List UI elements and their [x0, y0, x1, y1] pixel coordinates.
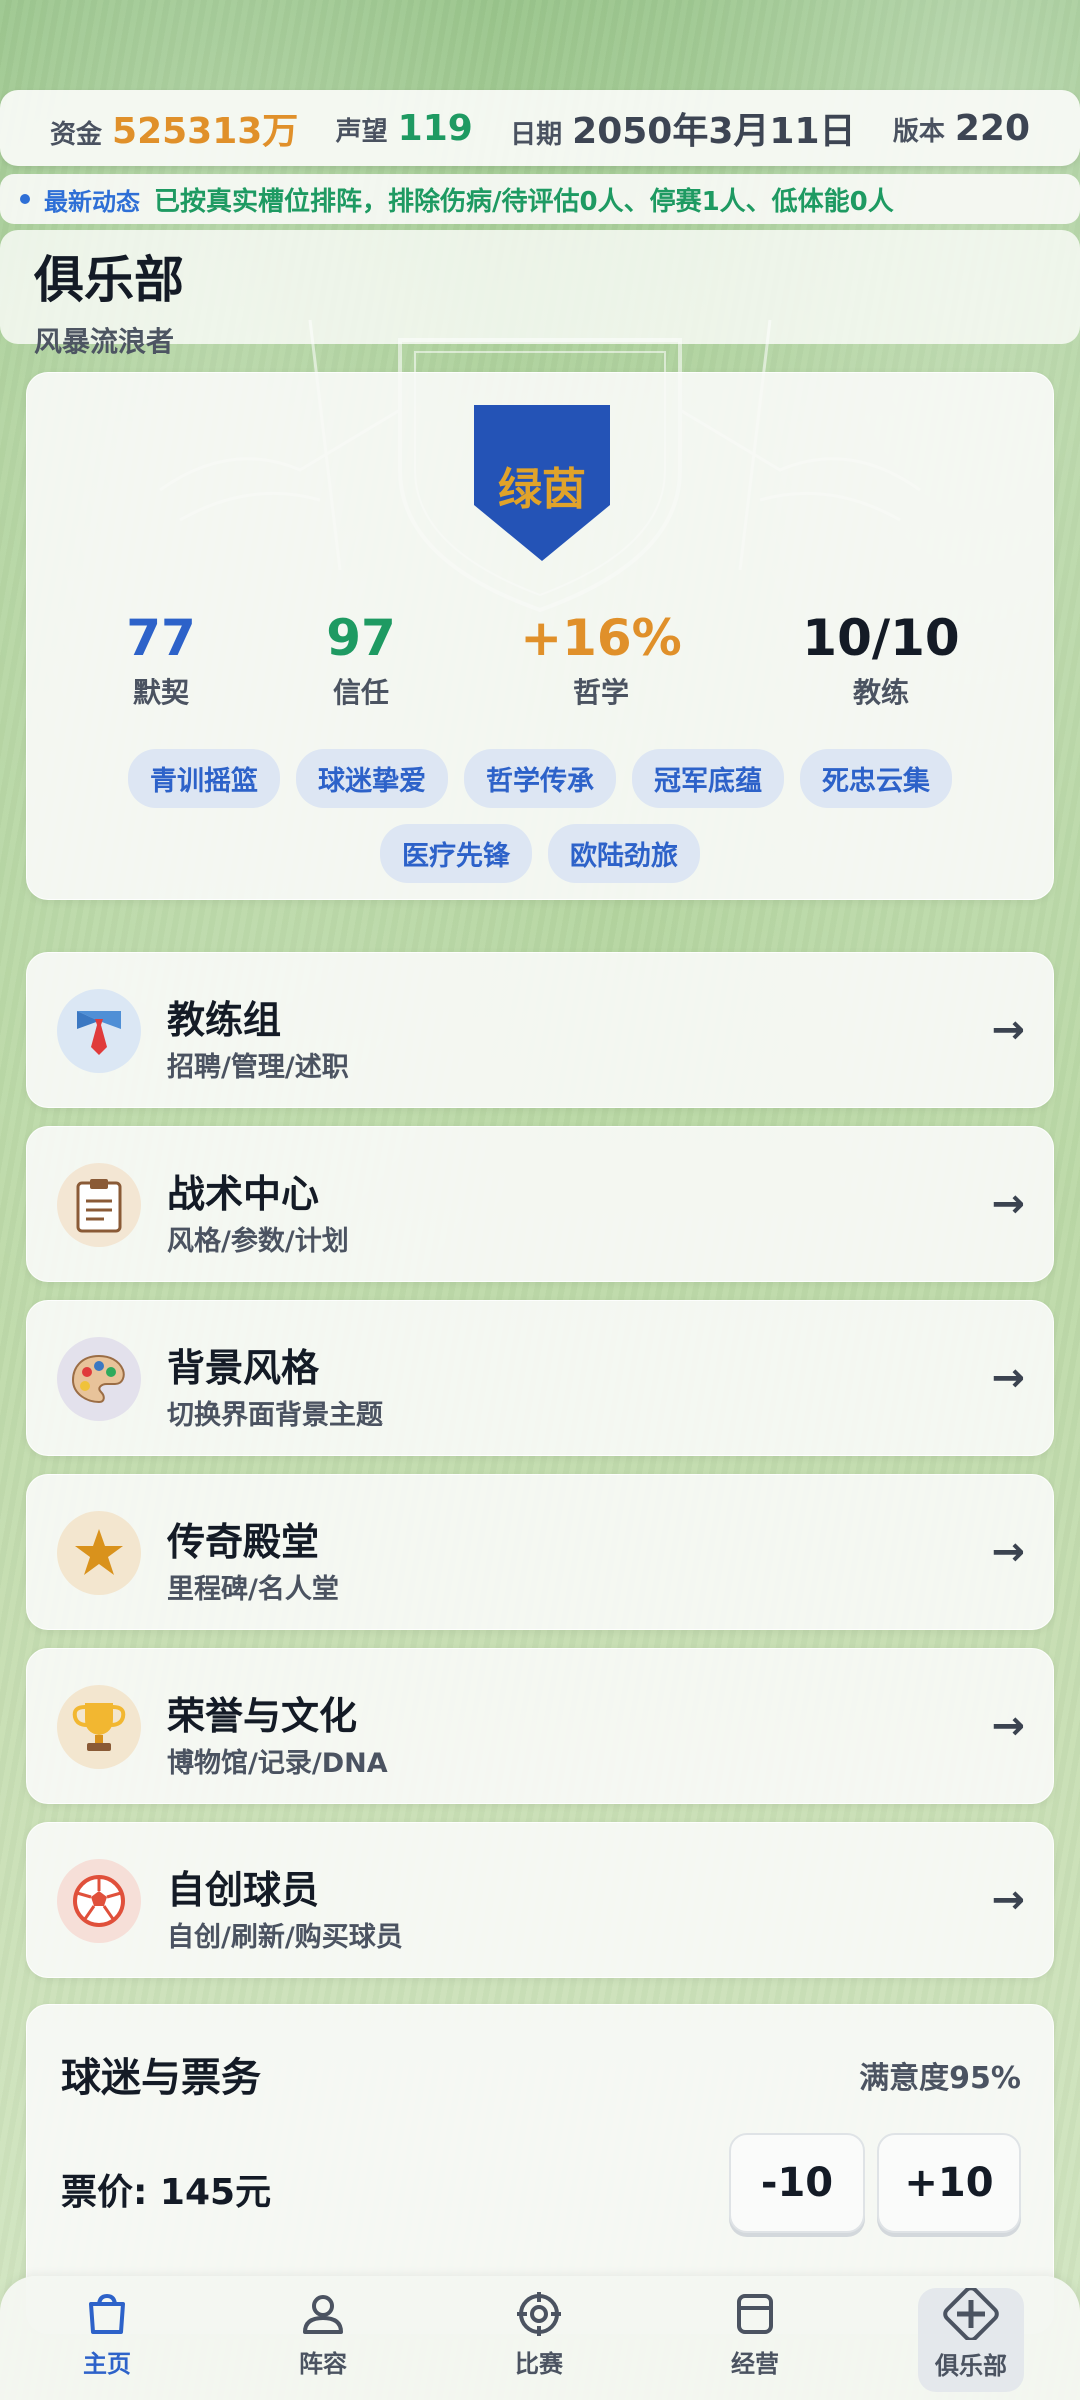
ticket-price: 票价: 145元 [61, 2172, 272, 2213]
metric-value: 10/10 [802, 609, 960, 667]
version-stat: 版本 220 [893, 108, 1030, 149]
reputation-label: 声望 [335, 116, 388, 147]
tab-home[interactable]: 主页 [52, 2290, 162, 2390]
news-ticker[interactable]: 最新动态 已按真实槽位排阵，排除伤病/待评估0人、停赛1人、低体能0人 [0, 174, 1080, 224]
metric-coaches: 10/10 教练 [781, 609, 981, 711]
menu-title: 背景风格 [167, 1346, 320, 1390]
metric-trust: 97 信任 [261, 609, 461, 711]
menu-subtitle: 自创/刷新/购买球员 [167, 1922, 403, 1953]
tab-label: 阵容 [299, 2350, 347, 2378]
metric-value: +16% [520, 609, 682, 667]
metric-philosophy: +16% 哲学 [501, 609, 701, 711]
trait-tag: 冠军底蕴 [632, 749, 784, 808]
club-header: 俱乐部 风暴流浪者 [0, 230, 1080, 358]
bottom-tab-bar: 主页 阵容 比赛 经营 俱乐部 [0, 2276, 1080, 2400]
menu-subtitle: 博物馆/记录/DNA [167, 1748, 388, 1779]
trait-tag: 死忠云集 [800, 749, 952, 808]
menu-coaching-staff[interactable]: 教练组 招聘/管理/述职 → [26, 952, 1054, 1108]
club-overview-card: 绿茵 77 默契 97 信任 +16% 哲学 10/10 教练 青训摇篮 球迷挚… [26, 372, 1054, 900]
tab-match[interactable]: 比赛 [484, 2290, 594, 2390]
menu-legend-hall[interactable]: 传奇殿堂 里程碑/名人堂 → [26, 1474, 1054, 1630]
tickets-title: 球迷与票务 [61, 2055, 261, 2101]
metric-label: 哲学 [572, 676, 629, 709]
club-traits: 青训摇篮 球迷挚爱 哲学传承 冠军底蕴 死忠云集 医疗先锋 欧陆劲旅 [27, 749, 1053, 899]
tab-club[interactable]: 俱乐部 [918, 2288, 1024, 2392]
news-dot-icon [20, 194, 30, 204]
funds-stat: 资金 525313万 [50, 102, 298, 154]
satisfaction-value: 满意度95% [859, 2061, 1021, 2096]
menu-title: 传奇殿堂 [167, 1520, 320, 1564]
arrow-right-icon: → [991, 1877, 1025, 1923]
tab-label: 经营 [731, 2350, 779, 2378]
trait-tag: 哲学传承 [464, 749, 616, 808]
tab-label: 俱乐部 [935, 2352, 1007, 2380]
soccer-ball-icon [57, 1859, 141, 1943]
version-label: 版本 [892, 116, 945, 147]
date-label: 日期 [510, 120, 563, 150]
metric-label: 教练 [852, 676, 909, 709]
metric-label: 默契 [132, 676, 189, 709]
news-text: 已按真实槽位排阵，排除伤病/待评估0人、停赛1人、低体能0人 [154, 186, 894, 217]
menu-honors-culture[interactable]: 荣誉与文化 博物馆/记录/DNA → [26, 1648, 1054, 1804]
menu-title: 自创球员 [167, 1868, 320, 1912]
reputation-stat: 声望 119 [336, 108, 473, 149]
menu-title: 荣誉与文化 [167, 1694, 358, 1738]
date-value: 2050年3月11日 [572, 111, 856, 152]
home-bag-icon [89, 2293, 125, 2334]
menu-subtitle: 招聘/管理/述职 [167, 1052, 349, 1083]
resource-bar: 资金 525313万 声望 119 日期 2050年3月11日 版本 220 [0, 90, 1080, 166]
club-cross-icon [943, 2288, 999, 2340]
menu-background-style[interactable]: 背景风格 切换界面背景主题 → [26, 1300, 1054, 1456]
menu-title: 教练组 [167, 998, 282, 1042]
version-value: 220 [954, 107, 1030, 149]
page-title: 俱乐部 [34, 251, 184, 309]
arrow-right-icon: → [991, 1355, 1025, 1401]
target-icon [517, 2292, 561, 2336]
trait-tag: 青训摇篮 [128, 749, 280, 808]
star-icon [57, 1511, 141, 1595]
arrow-right-icon: → [991, 1181, 1025, 1227]
arrow-right-icon: → [991, 1529, 1025, 1575]
funds-value: 525313万 [112, 111, 299, 152]
calendar-icon [737, 2294, 773, 2334]
tab-label: 主页 [83, 2350, 131, 2378]
price-increase-button[interactable]: +10 [877, 2133, 1021, 2233]
metric-value: 77 [126, 609, 196, 667]
date-stat: 日期 2050年3月11日 [510, 102, 855, 154]
tie-icon [57, 989, 141, 1073]
news-label: 最新动态 [44, 187, 140, 216]
metric-value: 97 [326, 609, 396, 667]
trophy-icon [57, 1685, 141, 1769]
tab-management[interactable]: 经营 [700, 2290, 810, 2390]
reputation-value: 119 [397, 107, 473, 149]
crest-text: 绿茵 [498, 464, 586, 515]
trait-tag: 欧陆劲旅 [548, 824, 700, 883]
tab-label: 比赛 [515, 2350, 563, 2378]
menu-tactics-center[interactable]: 战术中心 风格/参数/计划 → [26, 1126, 1054, 1282]
club-metrics: 77 默契 97 信任 +16% 哲学 10/10 教练 [27, 609, 1053, 729]
metric-label: 信任 [332, 676, 389, 709]
trait-tag: 球迷挚爱 [296, 749, 448, 808]
arrow-right-icon: → [991, 1007, 1025, 1053]
club-name: 风暴流浪者 [34, 325, 175, 358]
person-icon [303, 2295, 343, 2334]
trait-tag: 医疗先锋 [380, 824, 532, 883]
tab-squad[interactable]: 阵容 [268, 2290, 378, 2390]
menu-title: 战术中心 [167, 1172, 320, 1216]
funds-label: 资金 [50, 120, 103, 150]
menu-create-player[interactable]: 自创球员 自创/刷新/购买球员 → [26, 1822, 1054, 1978]
menu-subtitle: 里程碑/名人堂 [167, 1574, 339, 1605]
palette-icon [57, 1337, 141, 1421]
clipboard-icon [57, 1163, 141, 1247]
menu-subtitle: 切换界面背景主题 [167, 1400, 383, 1431]
arrow-right-icon: → [991, 1703, 1025, 1749]
price-decrease-button[interactable]: -10 [729, 2133, 865, 2233]
metric-chemistry: 77 默契 [61, 609, 261, 711]
menu-subtitle: 风格/参数/计划 [167, 1226, 349, 1257]
